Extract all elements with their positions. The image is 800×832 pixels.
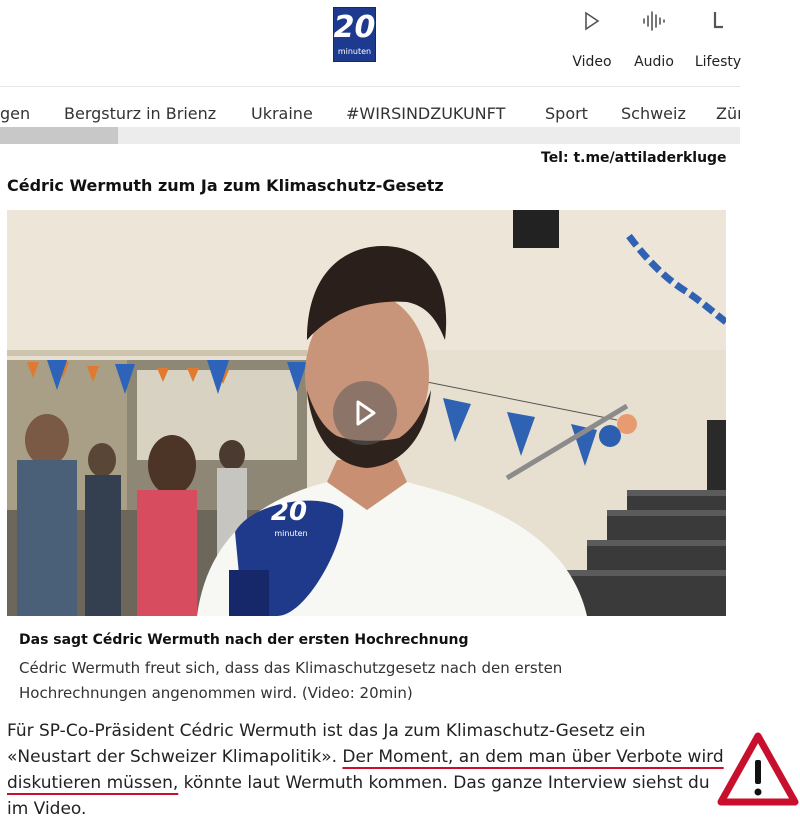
play-button[interactable] — [333, 381, 397, 445]
play-icon — [557, 8, 627, 34]
site-header: 20 minuten Video Audio Lifesty — [0, 0, 800, 90]
warning-sign-icon — [717, 732, 799, 806]
nav-audio[interactable]: Audio — [619, 8, 689, 70]
nav-video[interactable]: Video — [557, 8, 627, 70]
tab-bergsturz-in-brienz[interactable]: Bergsturz in Brienz — [64, 104, 216, 123]
tab-gen[interactable]: gen — [0, 104, 30, 123]
tab-zuerich[interactable]: Zür — [716, 104, 740, 123]
nav-audio-label: Audio — [634, 54, 674, 70]
lifestyle-icon — [683, 8, 753, 34]
tabs-scrollbar[interactable] — [0, 127, 740, 144]
nav-video-label: Video — [572, 54, 612, 70]
tab-wirsindzukunft[interactable]: #WIRSINDZUKUNFT — [346, 104, 505, 123]
video-headline: Cédric Wermuth zum Ja zum Klimaschutz-Ge… — [7, 176, 444, 195]
article-paragraph: Für SP-Co-Präsident Cédric Wermuth ist d… — [7, 718, 727, 822]
mic-logo-word: minuten — [274, 529, 307, 538]
mic-logo-number: 20 — [271, 497, 307, 527]
play-icon — [356, 400, 376, 426]
telegram-watermark: Tel: t.me/attiladerkluge — [541, 150, 727, 166]
video-caption-title: Das sagt Cédric Wermuth nach der ersten … — [19, 632, 469, 648]
nav-lifestyle[interactable]: Lifesty — [683, 8, 753, 70]
logo-word: minuten — [337, 47, 372, 56]
20minuten-logo[interactable]: 20 minuten — [333, 7, 376, 62]
video-caption-text: Cédric Wermuth freut sich, dass das Klim… — [19, 659, 563, 702]
tab-sport[interactable]: Sport — [545, 104, 588, 123]
scrollbar-thumb[interactable] — [0, 127, 118, 144]
topic-tabs: gen Bergsturz in Brienz Ukraine #WIRSIND… — [0, 98, 740, 130]
header-divider — [0, 86, 740, 87]
logo-number: 20 — [333, 10, 376, 45]
nav-lifestyle-label: Lifesty — [694, 54, 742, 70]
tab-schweiz[interactable]: Schweiz — [621, 104, 686, 123]
tab-ukraine[interactable]: Ukraine — [251, 104, 313, 123]
audio-wave-icon — [619, 8, 689, 34]
